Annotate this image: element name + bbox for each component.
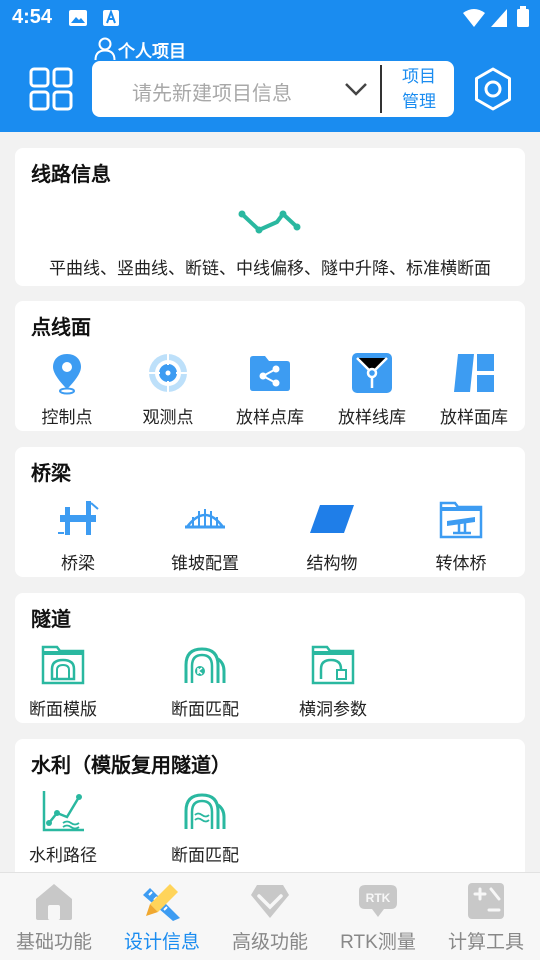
rtk-icon: RTK — [359, 885, 397, 917]
main-content[interactable]: 线路信息 平曲线、竖曲线、断链、中线偏移、隧中升降、标准横断面 点线面 控制点 — [0, 132, 540, 872]
nav-design-info[interactable]: 设计信息 — [108, 881, 216, 954]
points-lines-card: 点线面 控制点 观测点 放样点库 放样线库 放样面库 — [15, 301, 525, 431]
plane-blocks-icon — [454, 354, 494, 392]
location-pin-icon — [53, 354, 81, 395]
cross-tunnel-params-item[interactable]: 横洞参数 — [273, 643, 393, 720]
rotating-bridge-label: 转体桥 — [435, 554, 487, 573]
tunnel-cross-icon — [311, 645, 355, 685]
stakeout-plane-library-label: 放样面库 — [440, 408, 508, 427]
nav-rtk-measurement[interactable]: RTK RTK测量 — [324, 881, 432, 954]
text-app-icon — [103, 9, 119, 26]
nav-calc-tools-label: 计算工具 — [447, 932, 524, 953]
structure-label: 结构物 — [306, 554, 358, 573]
route-info-description: 平曲线、竖曲线、断链、中线偏移、隧中升降、标准横断面 — [49, 259, 491, 278]
cone-slope-config-label: 锥坡配置 — [171, 554, 239, 573]
water-path-icon — [42, 791, 84, 832]
home-icon — [36, 884, 72, 920]
bottom-navigation: 基础功能 设计信息 高级功能 RTK RTK测量 计算工具 — [0, 872, 540, 960]
section-template-label: 断面模版 — [29, 700, 97, 719]
calculator-icon — [468, 883, 504, 919]
tunnel-template-icon — [41, 645, 85, 685]
water-match-icon — [184, 793, 226, 829]
route-info-title: 线路信息 — [31, 164, 111, 186]
water-section-match-item[interactable]: 断面匹配 — [145, 789, 265, 866]
svg-text:RTK: RTK — [366, 891, 391, 905]
signal-icon — [491, 9, 507, 27]
cone-slope-config-item[interactable]: 锥坡配置 — [145, 497, 265, 574]
tunnel-section-match-label: 断面匹配 — [171, 700, 239, 719]
app-header: 个人项目 请先新建项目信息 项目 管理 — [0, 36, 540, 132]
gallery-icon — [69, 10, 87, 26]
section-template-item[interactable]: 断面模版 — [3, 643, 123, 720]
water-conservancy-card: 水利（模版复用隧道） 水利路径 断面匹配 — [15, 739, 525, 872]
status-time: 4:54 — [12, 6, 53, 28]
project-manage-button[interactable]: 项目 管理 — [388, 64, 450, 114]
line-box-icon — [352, 353, 392, 393]
wifi-icon — [463, 9, 485, 27]
nav-rtk-measurement-label: RTK测量 — [340, 932, 416, 953]
bridge-card: 桥梁 桥梁 锥坡配置 结构物 转体桥 — [15, 447, 525, 577]
bridge-label: 桥梁 — [61, 554, 95, 573]
personal-project-text: 个人项目 — [118, 41, 186, 61]
suspension-bridge-icon — [185, 509, 225, 529]
diamond-icon — [251, 885, 289, 918]
parallelogram-icon — [310, 505, 354, 533]
rotating-bridge-icon — [439, 501, 483, 539]
nav-design-info-label: 设计信息 — [123, 932, 200, 953]
user-icon — [94, 37, 116, 61]
target-icon — [149, 354, 187, 392]
settings-gear-icon[interactable] — [470, 66, 516, 112]
tunnel-card: 隧道 断面模版 断面匹配 横洞参数 — [15, 593, 525, 723]
nav-advanced-functions[interactable]: 高级功能 — [216, 881, 324, 954]
personal-project-label: 个人项目 — [94, 36, 186, 62]
chevron-down-icon[interactable] — [344, 81, 368, 97]
selector-divider — [380, 65, 382, 113]
bridge-icon — [58, 501, 99, 535]
structure-item[interactable]: 结构物 — [272, 497, 392, 574]
grid-menu-icon[interactable] — [28, 66, 74, 112]
water-path-label: 水利路径 — [29, 846, 97, 865]
water-conservancy-title: 水利（模版复用隧道） — [31, 755, 231, 777]
bridge-title: 桥梁 — [31, 463, 71, 485]
battery-icon — [517, 6, 529, 27]
water-section-match-label: 断面匹配 — [171, 846, 239, 865]
route-line-icon — [238, 210, 301, 234]
cross-tunnel-params-label: 横洞参数 — [299, 700, 367, 719]
pencil-ruler-icon — [143, 884, 180, 921]
nav-basic-functions[interactable]: 基础功能 — [0, 881, 108, 954]
share-folder-icon — [250, 356, 290, 391]
project-selector[interactable]: 请先新建项目信息 项目 管理 — [92, 61, 454, 117]
project-manage-line2: 管理 — [402, 92, 436, 111]
project-selector-placeholder: 请先新建项目信息 — [132, 83, 292, 105]
nav-basic-functions-label: 基础功能 — [15, 932, 92, 953]
tunnel-section-match-item[interactable]: 断面匹配 — [145, 643, 265, 720]
project-manage-line1: 项目 — [402, 67, 436, 86]
points-lines-title: 点线面 — [31, 317, 91, 339]
route-info-card[interactable]: 线路信息 平曲线、竖曲线、断链、中线偏移、隧中升降、标准横断面 — [15, 148, 525, 286]
water-path-item[interactable]: 水利路径 — [3, 789, 123, 866]
nav-advanced-functions-label: 高级功能 — [231, 932, 308, 953]
nav-calc-tools[interactable]: 计算工具 — [432, 881, 540, 954]
rotating-bridge-item[interactable]: 转体桥 — [401, 497, 521, 574]
stakeout-plane-library-item[interactable]: 放样面库 — [414, 351, 534, 428]
status-bar: 4:54 — [0, 0, 540, 36]
tunnel-match-icon — [184, 647, 226, 683]
bridge-item[interactable]: 桥梁 — [18, 497, 138, 574]
tunnel-title: 隧道 — [31, 609, 71, 631]
